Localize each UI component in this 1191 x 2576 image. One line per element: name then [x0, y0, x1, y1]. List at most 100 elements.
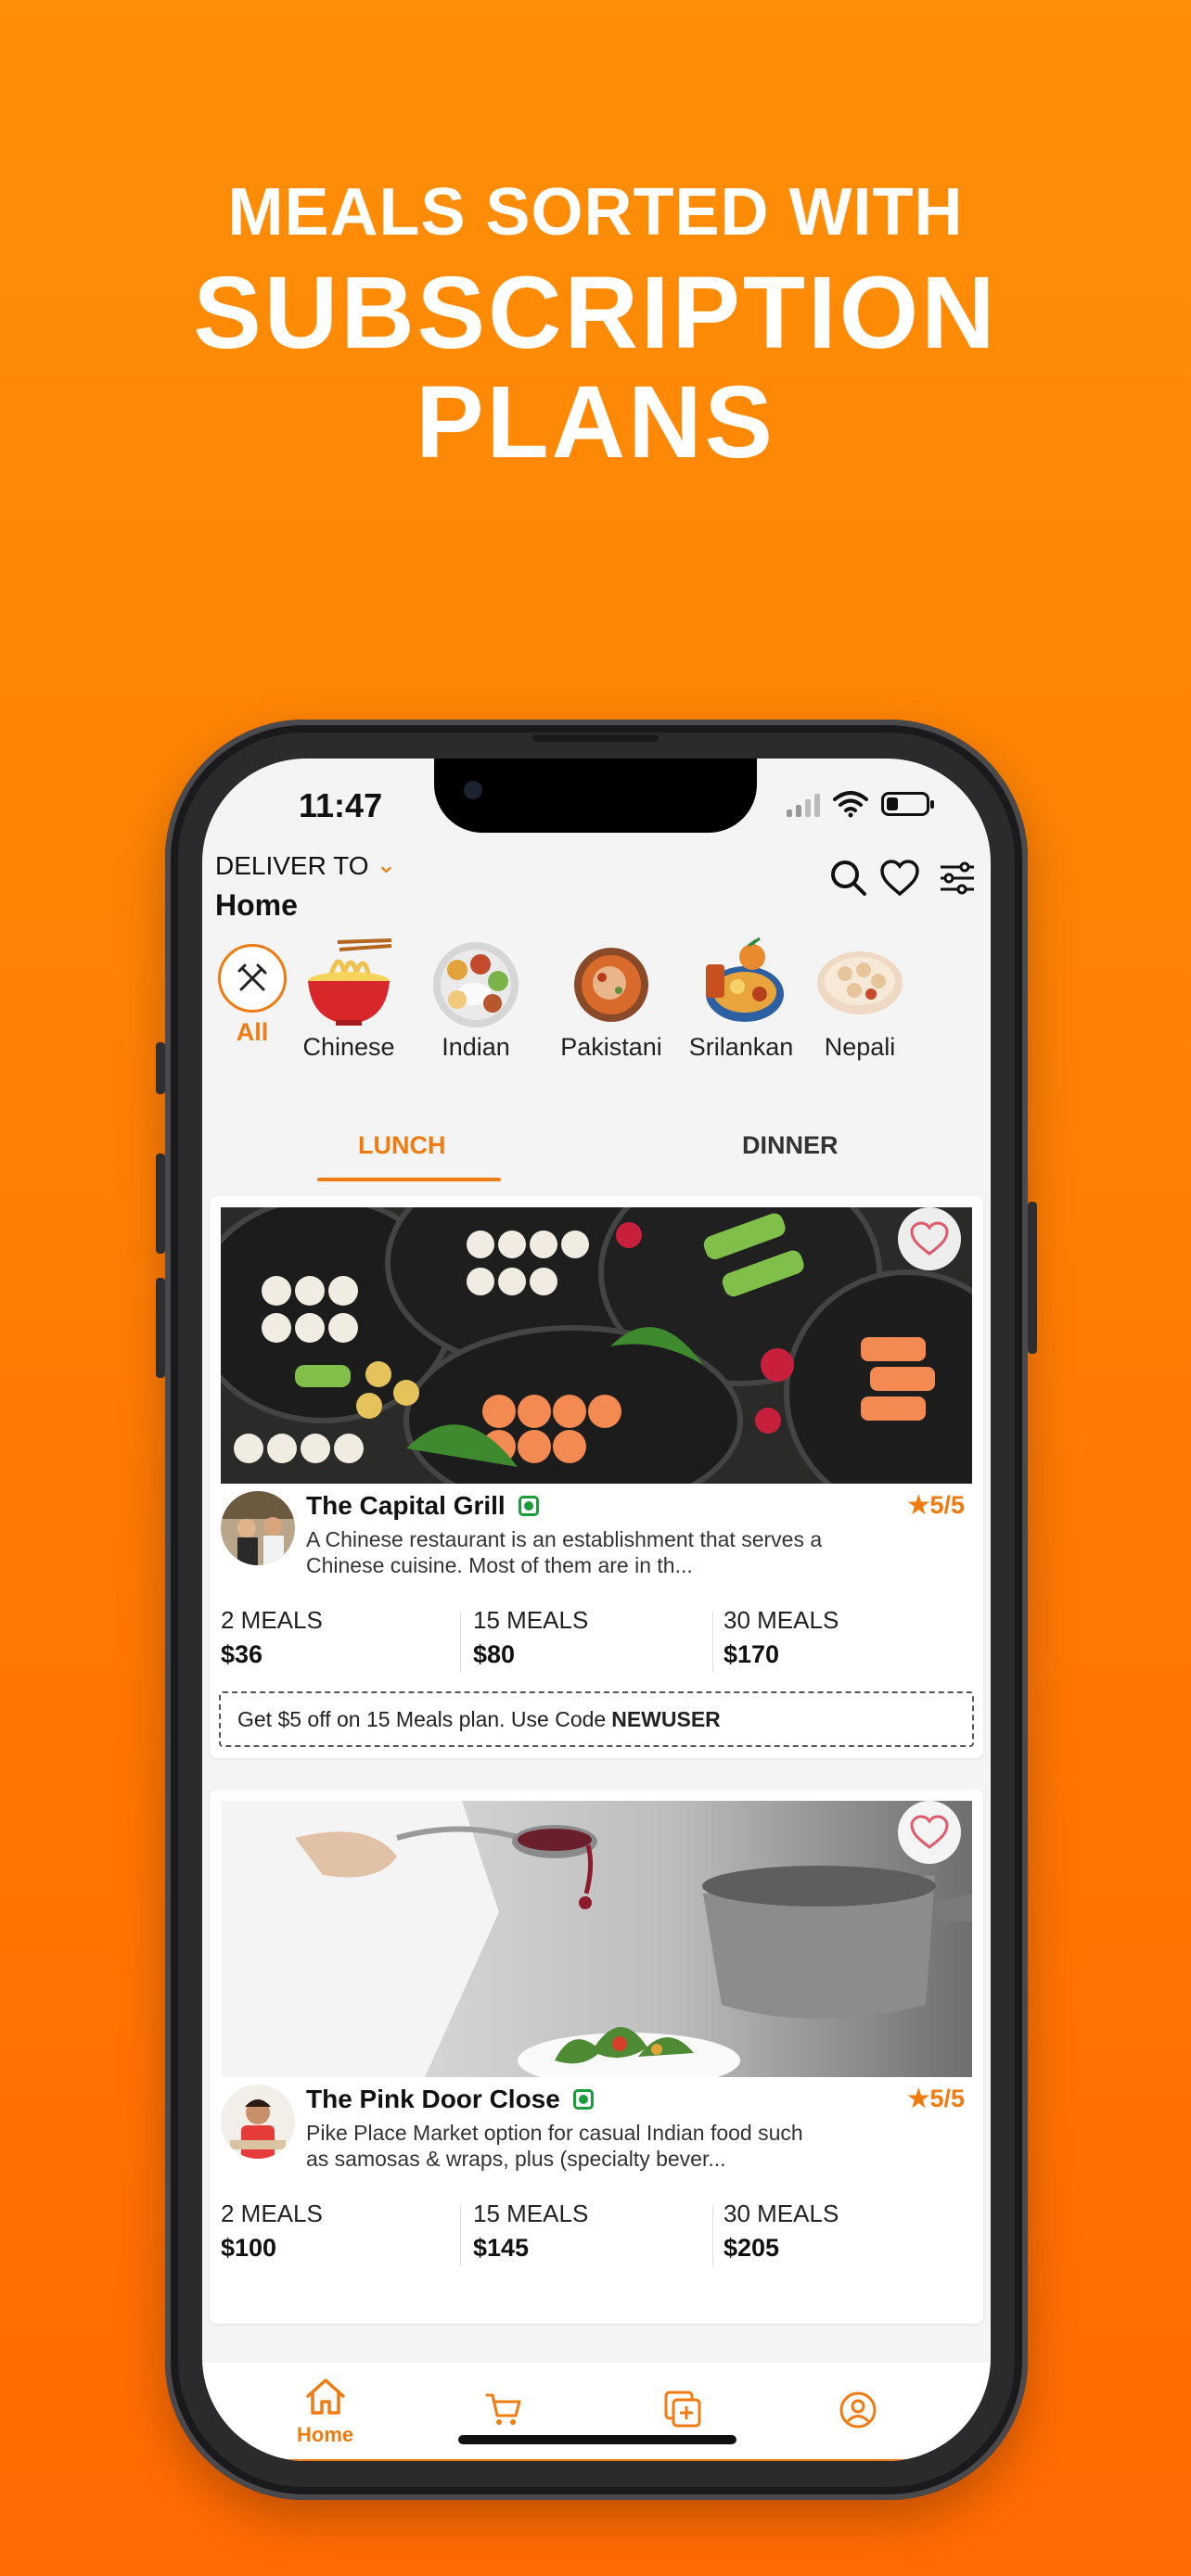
meal-plans: 2 MEALS $36 15 MEALS $80 30 MEALS $170 [221, 1606, 972, 1680]
mute-switch [156, 1042, 165, 1094]
plan-price: $100 [221, 2234, 277, 2262]
volume-down-button [156, 1278, 165, 1378]
profile-icon [839, 2391, 877, 2429]
divider [460, 1612, 461, 1673]
volume-up-button [156, 1154, 165, 1254]
restaurant-rating: ★5/5 [907, 2085, 965, 2112]
noodle-bowl-icon [302, 937, 395, 1029]
tab-dinner[interactable]: DINNER [742, 1131, 839, 1160]
phone-notch [434, 759, 757, 833]
headline-line1: MEALS SORTED WITH [227, 175, 964, 249]
category-all[interactable]: All [215, 937, 289, 1047]
tab-lunch[interactable]: LUNCH [358, 1131, 446, 1160]
nav-subscriptions[interactable] [662, 2389, 703, 2434]
utensils-icon [218, 944, 287, 1013]
restaurant-card[interactable]: The Pink Door Close ★5/5 Pike Place Mark… [210, 1790, 983, 2324]
header-actions [829, 859, 978, 898]
veg-indicator-icon [518, 1496, 539, 1516]
favorite-button[interactable] [898, 1801, 961, 1864]
filter-sliders-icon[interactable] [937, 860, 978, 897]
heart-icon [910, 1815, 949, 1849]
headline-line2: SUBSCRIPTION [193, 256, 998, 370]
restaurant-photo-sushi [221, 1207, 972, 1484]
restaurant-name-row: The Capital Grill [306, 1491, 539, 1521]
restaurant-card[interactable]: The Capital Grill ★5/5 A Chinese restaur… [210, 1196, 983, 1758]
restaurant-name: The Pink Door Close [306, 2085, 560, 2113]
category-indian[interactable]: Indian [425, 937, 527, 1062]
heart-icon [910, 1221, 949, 1256]
category-chinese[interactable]: Chinese [293, 937, 404, 1062]
divider [202, 2459, 991, 2461]
cart-icon [485, 2393, 521, 2425]
plan-option[interactable]: 2 MEALS $100 [221, 2200, 462, 2274]
plan-price: $145 [473, 2234, 530, 2262]
meal-time-tabs: LUNCH DINNER [202, 1131, 991, 1187]
plan-price: $205 [724, 2234, 780, 2262]
nav-home[interactable]: Home [297, 2376, 353, 2447]
category-label: Pakistani [560, 1033, 662, 1061]
earpiece-speaker [532, 734, 659, 742]
veg-indicator-icon [572, 2089, 594, 2110]
favorites-heart-icon[interactable] [879, 859, 920, 898]
category-label: Chinese [302, 1033, 395, 1061]
thali-plate-icon [429, 937, 522, 1029]
restaurant-photo-chef [221, 1801, 972, 2077]
divider [712, 1612, 713, 1673]
home-indicator[interactable] [458, 2435, 736, 2444]
delivery-address[interactable]: Home [215, 888, 298, 923]
wifi-icon [833, 791, 868, 818]
category-label: Nepali [824, 1033, 896, 1061]
battery-icon [881, 792, 934, 816]
restaurant-avatar [221, 1491, 295, 1565]
plan-option[interactable]: 15 MEALS $80 [473, 1606, 714, 1680]
signal-icon [787, 791, 820, 817]
restaurant-description: A Chinese restaurant is an establishment… [306, 1527, 823, 1577]
divider [460, 2205, 461, 2266]
category-nepali[interactable]: Nepali [809, 937, 911, 1062]
restaurant-description: Pike Place Market option for casual Indi… [306, 2121, 803, 2171]
plan-label: 15 MEALS [473, 2200, 589, 2227]
bottom-navigation: Home [202, 2363, 991, 2461]
plan-label: 2 MEALS [221, 1606, 323, 1634]
restaurant-avatar [221, 2085, 295, 2159]
category-label: All [236, 1018, 269, 1046]
promo-banner: Get $5 off on 15 Meals plan. Use Code NEW… [219, 1691, 974, 1747]
plan-price: $170 [724, 1640, 780, 1668]
power-button [1028, 1202, 1037, 1354]
category-pakistani[interactable]: Pakistani [551, 937, 672, 1062]
app-screen: 11:47 DELIVER TO ⌄ Home All Chinese Indi… [202, 759, 991, 2461]
deliver-to-selector[interactable]: DELIVER TO ⌄ [215, 850, 396, 881]
plan-label: 15 MEALS [473, 1606, 589, 1634]
headline-line3: PLANS [416, 365, 775, 479]
plan-price: $36 [221, 1640, 263, 1668]
category-srilankan[interactable]: Srilankan [681, 937, 801, 1062]
promo-text: Get $5 off on 15 Meals plan. Use Code [237, 1706, 607, 1731]
search-icon[interactable] [829, 859, 868, 898]
subscriptions-icon [664, 2391, 701, 2428]
plan-label: 30 MEALS [724, 2200, 839, 2227]
nav-home-label: Home [297, 2423, 354, 2446]
plan-label: 30 MEALS [724, 1606, 839, 1634]
plan-option[interactable]: 15 MEALS $145 [473, 2200, 714, 2274]
plan-option[interactable]: 30 MEALS $205 [724, 2200, 965, 2274]
momo-plate-icon [813, 937, 906, 1029]
restaurant-name-row: The Pink Door Close [306, 2085, 594, 2114]
plan-option[interactable]: 2 MEALS $36 [221, 1606, 462, 1680]
nav-profile[interactable] [839, 2391, 877, 2434]
plan-price: $80 [473, 1640, 516, 1668]
restaurant-name: The Capital Grill [306, 1491, 506, 1520]
category-label: Srilankan [688, 1033, 794, 1061]
curry-bowl-icon [565, 937, 658, 1029]
restaurant-rating: ★5/5 [907, 1491, 965, 1519]
cuisine-category-bar: All Chinese Indian Pakistani Srilankan N… [202, 937, 991, 1061]
meal-plans: 2 MEALS $100 15 MEALS $145 30 MEALS $205 [221, 2200, 972, 2274]
front-camera [464, 781, 482, 799]
nav-cart[interactable] [484, 2391, 523, 2432]
active-tab-indicator [317, 1178, 501, 1181]
home-icon [305, 2378, 345, 2415]
category-label: Indian [442, 1033, 510, 1061]
favorite-button[interactable] [898, 1207, 961, 1270]
plan-option[interactable]: 30 MEALS $170 [724, 1606, 965, 1680]
divider [712, 2205, 713, 2266]
srilankan-platter-icon [695, 937, 788, 1029]
